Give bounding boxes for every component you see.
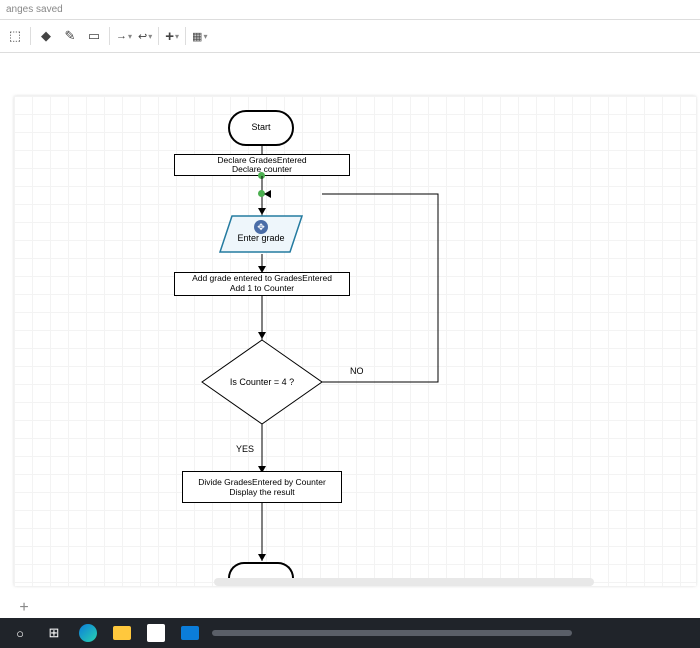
separator: [109, 27, 110, 45]
start-label: Start: [251, 122, 270, 134]
diagram-canvas[interactable]: Start Declare GradesEntered Declare coun…: [14, 96, 696, 586]
taskbar-track: [212, 630, 572, 636]
table-tool[interactable]: ▦▾: [190, 25, 209, 47]
edge-icon[interactable]: [76, 621, 100, 645]
cursor-tool-icon[interactable]: ⬚: [4, 25, 26, 47]
input-label: Enter grade: [218, 214, 304, 254]
fill-tool-icon[interactable]: ◆: [35, 25, 57, 47]
separator: [158, 27, 159, 45]
arrow-tool[interactable]: →▾: [114, 25, 134, 47]
arrowhead-icon: [258, 554, 266, 561]
connector: [260, 503, 264, 561]
taskbar: ○ ⊞: [0, 618, 700, 648]
toolbar: ⬚ ◆ ✎ ▭ →▾ ↩▾ +▾ ▦▾: [0, 19, 700, 53]
connector-tool[interactable]: ↩▾: [136, 25, 154, 47]
no-label: NO: [350, 366, 364, 376]
separator: [30, 27, 31, 45]
decision-label: Is Counter = 4 ?: [200, 338, 324, 426]
result-line2: Display the result: [229, 487, 294, 497]
task-view-icon[interactable]: ⊞: [42, 621, 66, 645]
add-shape-tool[interactable]: +▾: [163, 25, 181, 47]
status-text: anges saved: [0, 0, 700, 19]
process-line2: Add 1 to Counter: [230, 284, 294, 294]
cortana-icon[interactable]: ○: [8, 621, 32, 645]
rect-tool-icon[interactable]: ▭: [83, 25, 105, 47]
no-connector: [322, 192, 442, 384]
end-terminal-partial[interactable]: [228, 562, 294, 578]
arrowhead-icon: [264, 190, 271, 198]
line-tool-icon[interactable]: ✎: [59, 25, 81, 47]
result-line1: Divide GradesEntered by Counter: [198, 477, 326, 487]
add-sheet-button[interactable]: +: [14, 598, 34, 618]
result-process[interactable]: Divide GradesEntered by Counter Display …: [182, 471, 342, 503]
horizontal-scrollbar[interactable]: [214, 578, 594, 586]
explorer-icon[interactable]: [110, 621, 134, 645]
store-icon[interactable]: [144, 621, 168, 645]
input-parallelogram[interactable]: ✥ Enter grade: [218, 214, 304, 254]
start-terminal[interactable]: Start: [228, 110, 294, 146]
mail-icon[interactable]: [178, 621, 202, 645]
decision-diamond[interactable]: Is Counter = 4 ?: [200, 338, 324, 426]
yes-label: YES: [236, 444, 254, 454]
separator: [185, 27, 186, 45]
